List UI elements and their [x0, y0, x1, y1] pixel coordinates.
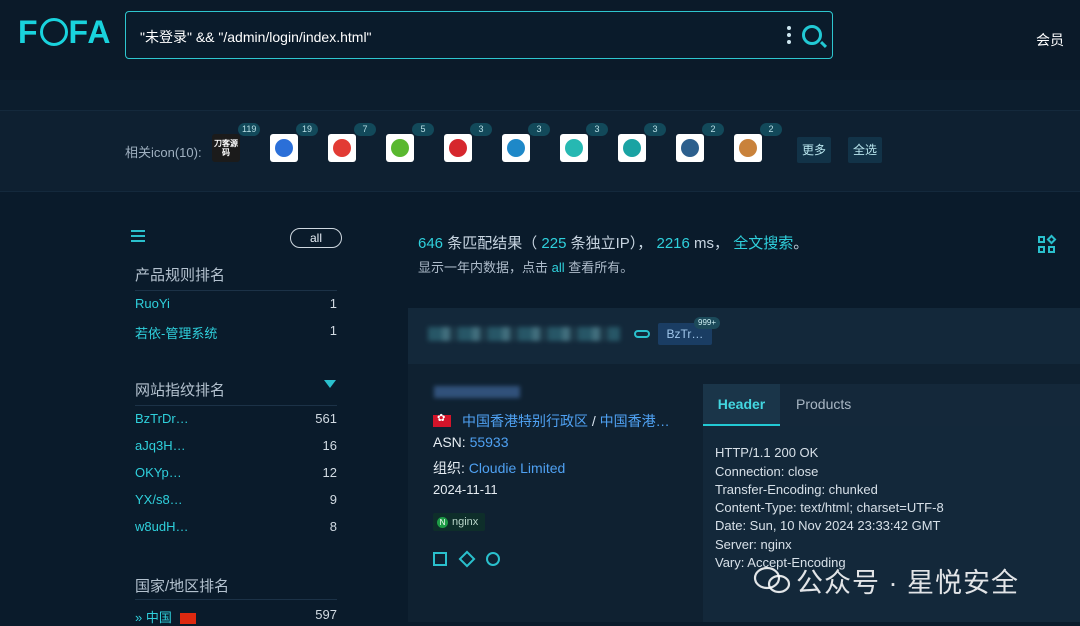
- location-region-link[interactable]: 中国香港特别行政区: [462, 413, 588, 429]
- red-circle-logo-icon[interactable]: [444, 134, 472, 162]
- building-icon[interactable]: [734, 134, 762, 162]
- org-row: 组织: Cloudie Limited: [433, 460, 566, 476]
- china-flag-icon: [179, 613, 196, 625]
- search-box[interactable]: "未登录" && "/admin/login/index.html": [125, 11, 833, 59]
- more-options-icon[interactable]: [786, 24, 792, 46]
- divider: [135, 405, 337, 406]
- icon-count-badge: 2: [702, 123, 724, 136]
- icon-count-badge: 2: [760, 123, 782, 136]
- header-line: Content-Type: text/html; charset=UTF-8: [715, 500, 944, 515]
- teal-circle-icon[interactable]: [560, 134, 588, 162]
- icon-count-badge: 3: [586, 123, 608, 136]
- tab-products[interactable]: Products: [796, 396, 851, 412]
- result-summary: 646 条匹配结果（ 225 条独立IP）， 2216 ms， 全文搜索。: [418, 235, 809, 252]
- fulltext-search-link[interactable]: 全文搜索: [733, 235, 793, 252]
- search-input[interactable]: "未登录" && "/admin/login/index.html": [140, 27, 372, 47]
- all-toggle[interactable]: all: [290, 228, 342, 248]
- hong-kong-flag-icon: [433, 413, 451, 427]
- header-line: Server: nginx: [715, 537, 792, 552]
- header-line: Transfer-Encoding: chunked: [715, 482, 878, 497]
- fingerprint-icon[interactable]: [618, 134, 646, 162]
- tab-header[interactable]: Header: [703, 384, 780, 426]
- header-line: Date: Sun, 10 Nov 2024 23:33:42 GMT: [715, 518, 941, 533]
- fofa-logo[interactable]: F FA: [18, 14, 111, 51]
- red-bag-icon[interactable]: [328, 134, 356, 162]
- result-date: 2024-11-11: [433, 482, 498, 497]
- result-subnote: 显示一年内数据，点击 all 查看所有。: [418, 260, 634, 275]
- icon-count-badge: 3: [644, 123, 666, 136]
- org-link[interactable]: Cloudie Limited: [469, 460, 566, 476]
- refresh-icon[interactable]: [486, 552, 500, 566]
- link-icon[interactable]: [634, 330, 650, 338]
- sub-header-band: [0, 80, 1080, 110]
- green-leaf-icon[interactable]: [386, 134, 414, 162]
- country-row[interactable]: » 中国 597: [135, 607, 337, 626]
- icon-count-badge: 7: [354, 123, 376, 136]
- wechat-icon: [753, 566, 791, 594]
- header-line: HTTP/1.1 200 OK: [715, 445, 819, 460]
- divider: [135, 290, 337, 291]
- member-link[interactable]: 会员: [1036, 30, 1064, 50]
- header-line: Connection: close: [715, 464, 819, 479]
- redacted-host[interactable]: [428, 327, 620, 341]
- icon-count-badge: 3: [470, 123, 492, 136]
- fingerprint-rank-title: 网站指纹排名: [135, 382, 226, 399]
- search-icon[interactable]: [802, 25, 822, 45]
- expand-icon[interactable]: »: [135, 610, 142, 625]
- nginx-icon: N: [437, 516, 448, 528]
- fingerprint-row[interactable]: aJq3H… 16: [135, 438, 337, 453]
- layout-grid-icon[interactable]: [1038, 234, 1057, 254]
- related-icons-label: 相关icon(10):: [125, 145, 202, 160]
- all-data-link[interactable]: all: [552, 260, 565, 275]
- location: 中国香港特别行政区 / 中国香港…: [462, 413, 670, 429]
- watermark: 公众号 · 星悦安全: [796, 568, 1019, 598]
- location-city-link[interactable]: 中国香港…: [600, 413, 670, 429]
- fingerprint-row[interactable]: BzTrDr… 561: [135, 411, 337, 426]
- more-icons-button[interactable]: 更多: [797, 137, 832, 163]
- server-tag[interactable]: Nnginx: [433, 513, 486, 531]
- bird-dark-icon[interactable]: [676, 134, 704, 162]
- icon-count-badge: 119: [238, 123, 261, 136]
- funnel-icon[interactable]: [324, 380, 336, 388]
- product-rank-title: 产品规则排名: [135, 267, 226, 284]
- code-icon[interactable]: [433, 552, 447, 566]
- compass-logo-icon[interactable]: [270, 134, 298, 162]
- fingerprint-row[interactable]: w8udH… 8: [135, 519, 337, 534]
- asn-link[interactable]: 55933: [470, 434, 509, 450]
- fingerprint-row[interactable]: OKYp… 12: [135, 465, 337, 480]
- icon-count-badge: 3: [528, 123, 550, 136]
- icon-count-badge: 5: [412, 123, 434, 136]
- icon-count-badge: 19: [296, 123, 318, 136]
- redacted-ip[interactable]: [434, 386, 520, 398]
- daoke-icon[interactable]: 刀客源码: [212, 134, 240, 162]
- select-all-button[interactable]: 全选: [848, 137, 883, 163]
- country-rank-title: 国家/地区排名: [135, 578, 230, 595]
- product-row[interactable]: 若依-管理系统 1: [135, 323, 337, 342]
- blue-bird-icon[interactable]: [502, 134, 530, 162]
- asn-row: ASN: 55933: [433, 434, 509, 450]
- fingerprint-row[interactable]: YX/s8… 9: [135, 492, 337, 507]
- divider: [135, 599, 337, 600]
- filter-settings-icon[interactable]: [131, 230, 145, 242]
- tag-count-badge: 999+: [694, 317, 721, 329]
- product-row[interactable]: RuoYi 1: [135, 296, 337, 311]
